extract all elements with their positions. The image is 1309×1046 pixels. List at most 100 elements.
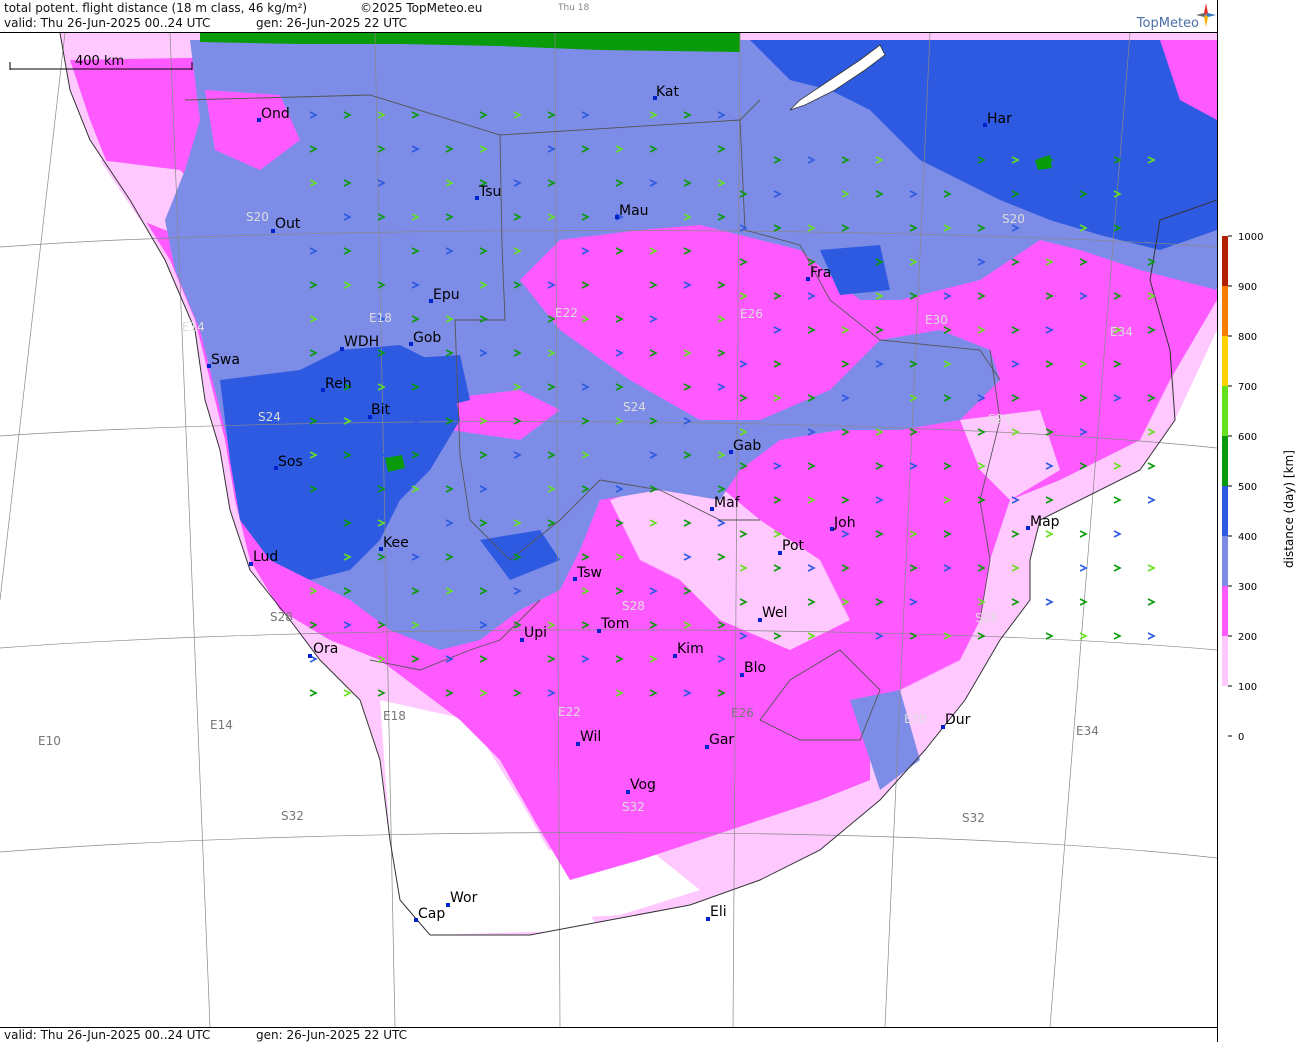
- legend-tick: 700: [1238, 382, 1257, 393]
- legend-tick: 1000: [1238, 232, 1263, 243]
- grid-label: E34: [1076, 724, 1099, 738]
- city-label: Gab: [733, 438, 761, 454]
- grid-label: E22: [555, 306, 578, 320]
- grid-label: S24: [258, 410, 281, 424]
- city-label: Wor: [450, 890, 478, 906]
- grid-label: E30: [904, 712, 927, 726]
- city-vog: Vog: [626, 777, 656, 794]
- city-fra: Fra: [806, 265, 831, 281]
- grid-label: S24: [988, 412, 1011, 426]
- legend-swatch-300-400: [1222, 536, 1228, 586]
- city-kee: Kee: [379, 535, 409, 551]
- city-label: Cap: [418, 906, 445, 922]
- city-reh: Reh: [321, 376, 352, 392]
- legend-tick: 200: [1238, 632, 1257, 643]
- city-wdh: WDH: [340, 334, 379, 351]
- city-label: Lud: [253, 549, 278, 565]
- footer-generated-time: gen: 26-Jun-2025 22 UTC: [256, 1028, 408, 1042]
- city-label: Eli: [710, 904, 727, 920]
- legend-swatch-100-200: [1222, 636, 1228, 686]
- valid-time: valid: Thu 26-Jun-2025 00..24 UTC: [4, 16, 211, 30]
- city-label: Fra: [810, 265, 831, 281]
- city-label: Bit: [371, 402, 390, 418]
- legend-tick: 400: [1238, 532, 1257, 543]
- city-gab: Gab: [729, 438, 761, 454]
- city-label: Blo: [744, 660, 766, 676]
- city-bit: Bit: [368, 402, 390, 419]
- grid-label: S32: [281, 809, 304, 823]
- city-label: Tsu: [478, 184, 501, 200]
- city-kim: Kim: [673, 641, 704, 658]
- city-label: Ora: [313, 641, 338, 657]
- legend-swatch-200-300: [1222, 586, 1228, 636]
- city-label: Kim: [677, 641, 704, 657]
- city-label: Har: [987, 111, 1012, 127]
- legend-colorbar: 1000 900 800 700 600 500 400 300 200 100…: [1222, 232, 1296, 743]
- grid-label: E14: [210, 718, 233, 732]
- city-upi: Upi: [520, 625, 547, 642]
- city-label: Tom: [600, 616, 629, 632]
- footer-valid-time: valid: Thu 26-Jun-2025 00..24 UTC: [4, 1028, 211, 1042]
- grid-label: S28: [622, 599, 645, 613]
- grid-label: S20: [246, 210, 269, 224]
- forecast-map[interactable]: S20 S20 E14 E18 E22 E26 E30 E34 S24 S24 …: [0, 33, 1217, 1027]
- legend-tick: 300: [1238, 582, 1257, 593]
- city-label: Gar: [709, 732, 734, 748]
- city-joh: Joh: [830, 515, 856, 531]
- legend-tick: 600: [1238, 432, 1257, 443]
- legend-swatch-800-900: [1222, 286, 1228, 336]
- grid-label: E22: [558, 705, 581, 719]
- city-label: Vog: [630, 777, 656, 793]
- legend-tick: 100: [1238, 682, 1257, 693]
- city-label: Upi: [524, 625, 547, 641]
- city-eli: Eli: [706, 904, 727, 921]
- city-pot: Pot: [778, 538, 805, 555]
- city-label: Kat: [656, 84, 680, 100]
- grid-label: E18: [369, 311, 392, 325]
- topmeteo-logo[interactable]: TopMeteo: [1117, 0, 1217, 32]
- city-blo: Blo: [740, 660, 766, 677]
- city-gob: Gob: [409, 330, 441, 346]
- city-label: Ond: [261, 106, 290, 122]
- city-wel: Wel: [758, 605, 788, 622]
- city-lud: Lud: [249, 549, 278, 566]
- grid-label: S20: [1002, 212, 1025, 226]
- legend-tick: 0: [1238, 732, 1244, 743]
- city-wor: Wor: [446, 890, 478, 907]
- city-mau: Mau: [615, 203, 649, 219]
- city-label: Gob: [413, 330, 441, 346]
- grid-label: E14: [182, 320, 205, 334]
- grid-label: S32: [962, 811, 985, 825]
- city-label: Out: [275, 216, 301, 232]
- city-label: Sos: [278, 454, 303, 470]
- city-label: Wil: [580, 729, 601, 745]
- city-label: Maf: [714, 495, 741, 511]
- grid-label: S28: [975, 611, 998, 625]
- city-map: Map: [1026, 514, 1060, 530]
- legend-title: distance (day) [km]: [1282, 450, 1296, 568]
- city-out: Out: [271, 216, 301, 233]
- city-har: Har: [983, 111, 1012, 127]
- day-tab[interactable]: Thu 18: [558, 3, 589, 13]
- city-dur: Dur: [941, 712, 971, 729]
- city-maf: Maf: [710, 495, 741, 511]
- legend-swatch-600-700: [1222, 386, 1228, 436]
- city-label: Pot: [782, 538, 805, 554]
- city-label: Kee: [383, 535, 409, 551]
- map-canvas[interactable]: S20 S20 E14 E18 E22 E26 E30 E34 S24 S24 …: [0, 33, 1217, 1027]
- city-tsw: Tsw: [573, 565, 602, 581]
- city-kat: Kat: [653, 84, 680, 100]
- city-label: Epu: [433, 287, 460, 303]
- legend-tick: 800: [1238, 332, 1257, 343]
- grid-label: E34: [1110, 325, 1133, 339]
- legend-swatch-400-500: [1222, 486, 1228, 536]
- compass-star-icon: [1196, 3, 1216, 27]
- city-label: Joh: [833, 515, 856, 531]
- grid-label: E26: [740, 307, 763, 321]
- city-cap: Cap: [414, 906, 445, 922]
- city-swa: Swa: [207, 352, 240, 368]
- city-epu: Epu: [429, 287, 460, 303]
- grid-label: S32: [622, 800, 645, 814]
- scale-bar-label: 400 km: [75, 54, 124, 69]
- city-sos: Sos: [274, 454, 303, 470]
